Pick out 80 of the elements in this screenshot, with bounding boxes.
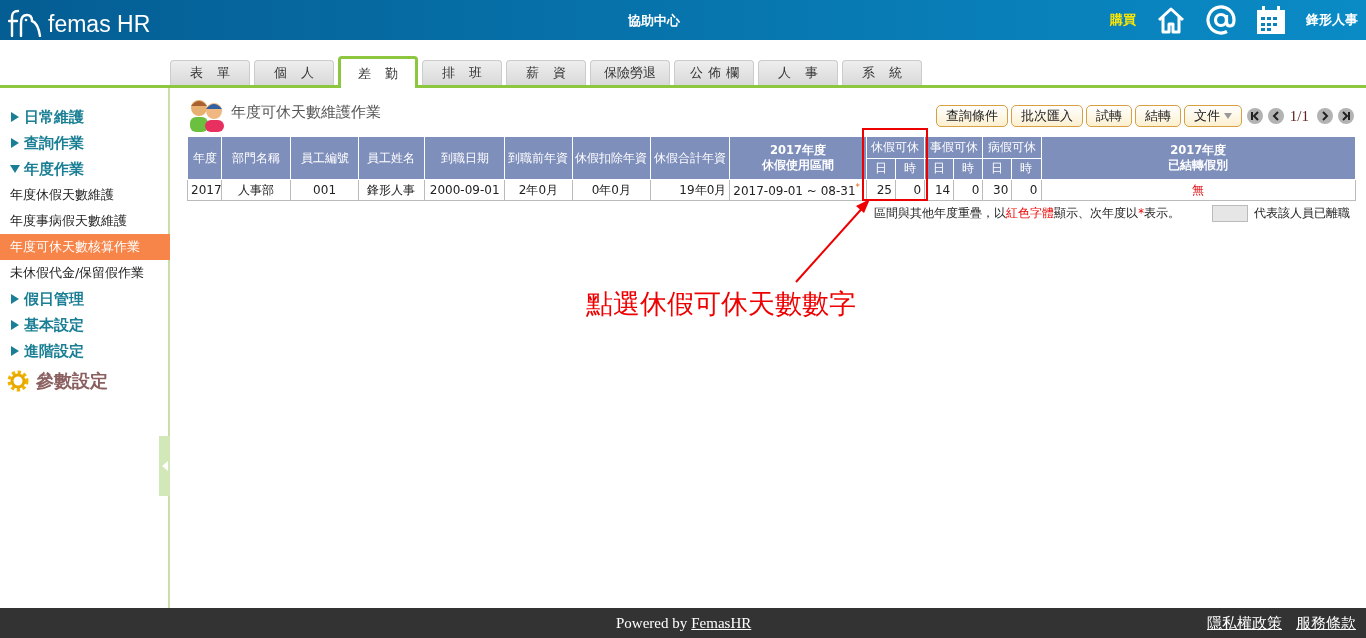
right-triangle-icon bbox=[10, 320, 20, 330]
caret-icon bbox=[1223, 113, 1232, 119]
nav-tab[interactable]: 表單 bbox=[170, 60, 250, 85]
user-name[interactable]: 鋒形人事 bbox=[1306, 11, 1358, 29]
table-cell: 001 bbox=[290, 179, 359, 201]
nav-tab[interactable]: 排班 bbox=[422, 60, 502, 85]
right-triangle-icon bbox=[10, 112, 20, 122]
table-cell[interactable]: 30 bbox=[982, 179, 1012, 201]
gear-icon bbox=[6, 369, 30, 393]
menu-group[interactable]: 年度作業 bbox=[0, 156, 168, 182]
nav-tab[interactable]: 公佈欄 bbox=[674, 60, 754, 85]
table-cell: 0年0月 bbox=[572, 179, 651, 201]
annotation-text: 點選休假可休天數數字 bbox=[586, 287, 856, 321]
column-header: 員工編號 bbox=[290, 136, 359, 180]
logo-icon[interactable] bbox=[8, 9, 44, 37]
nav-tab[interactable]: 差勤 bbox=[338, 56, 418, 88]
people-icon bbox=[187, 98, 227, 132]
table-cell[interactable]: 0 bbox=[1011, 179, 1041, 201]
settings-link[interactable]: 參數設定 bbox=[36, 369, 108, 393]
powered-by-text: Powered by bbox=[616, 614, 688, 632]
table-cell: 2年0月 bbox=[504, 179, 573, 201]
column-header: 病假可休 bbox=[982, 136, 1041, 158]
nav-tab[interactable]: 保險勞退 bbox=[590, 60, 670, 85]
help-center-link[interactable]: 協助中心 bbox=[628, 12, 680, 30]
table-cell: 無 bbox=[1041, 179, 1356, 201]
page-indicator: 1/1 bbox=[1289, 107, 1309, 125]
nav-tab[interactable]: 個人 bbox=[254, 60, 334, 85]
legend-text: 代表該人員已離職 bbox=[1254, 206, 1350, 221]
column-header: 事假可休 bbox=[924, 136, 983, 158]
last-page-icon[interactable] bbox=[1338, 108, 1354, 124]
toolbar-button[interactable]: 文件 bbox=[1183, 105, 1242, 127]
menu-group[interactable]: 日常維護 bbox=[0, 104, 168, 130]
footer-link[interactable]: 服務條款 bbox=[1296, 613, 1356, 633]
column-header: 年度 bbox=[187, 136, 222, 180]
collapse-handle[interactable] bbox=[159, 436, 170, 496]
right-triangle-icon bbox=[10, 346, 20, 356]
next-page-icon[interactable] bbox=[1317, 108, 1333, 124]
toolbar-button[interactable]: 結轉 bbox=[1134, 105, 1181, 127]
brand-link[interactable]: FemasHR bbox=[691, 614, 752, 632]
column-header: 部門名稱 bbox=[221, 136, 291, 180]
menu-item[interactable]: 年度休假天數維護 bbox=[0, 182, 168, 208]
column-header: 到職日期 bbox=[424, 136, 505, 180]
table-cell: 人事部 bbox=[221, 179, 291, 201]
column-header: 休假可休 bbox=[866, 136, 925, 158]
column-header: 2017年度 休假使用區間 bbox=[729, 136, 867, 180]
toolbar-button[interactable]: 試轉 bbox=[1085, 105, 1132, 127]
nav-tab[interactable]: 系統 bbox=[842, 60, 922, 85]
column-header: 2017年度 已結轉假別 bbox=[1041, 136, 1356, 180]
legend-text: 區間與其他年度重疊，以紅色字體顯示、次年度以*表示。 bbox=[874, 206, 1180, 221]
column-header: 休假扣除年資 bbox=[572, 136, 651, 180]
menu-group[interactable]: 進階設定 bbox=[0, 338, 168, 364]
toolbar-button[interactable]: 批次匯入 bbox=[1010, 105, 1083, 127]
calendar-icon[interactable] bbox=[1256, 5, 1286, 35]
table-cell: 2017 bbox=[187, 179, 222, 201]
menu-item[interactable]: 未休假代金/保留假作業 bbox=[0, 260, 168, 286]
footer-link[interactable]: 隱私權政策 bbox=[1207, 613, 1282, 633]
first-page-icon[interactable] bbox=[1246, 108, 1263, 124]
page-title: 年度可休天數維護作業 bbox=[231, 103, 381, 122]
nav-tab[interactable]: 人事 bbox=[758, 60, 838, 85]
down-triangle-icon bbox=[10, 164, 20, 174]
right-triangle-icon bbox=[10, 138, 20, 148]
column-header: 到職前年資 bbox=[504, 136, 573, 180]
table-cell[interactable]: 0 bbox=[953, 179, 983, 201]
column-header: 員工姓名 bbox=[358, 136, 425, 180]
right-triangle-icon bbox=[10, 294, 20, 304]
column-header: 休假合計年資 bbox=[650, 136, 730, 180]
menu-group[interactable]: 查詢作業 bbox=[0, 130, 168, 156]
table-cell: 19年0月 bbox=[650, 179, 730, 201]
resigned-swatch bbox=[1212, 205, 1248, 222]
nav-tab[interactable]: 薪資 bbox=[506, 60, 586, 85]
table-cell: 鋒形人事 bbox=[358, 179, 425, 201]
logo-text[interactable]: femas HR bbox=[48, 11, 151, 37]
menu-item[interactable]: 年度事病假天數維護 bbox=[0, 208, 168, 234]
home-icon[interactable] bbox=[1156, 6, 1186, 34]
at-icon[interactable] bbox=[1206, 5, 1236, 35]
previous-page-icon[interactable] bbox=[1267, 108, 1284, 124]
menu-group[interactable]: 基本設定 bbox=[0, 312, 168, 338]
table-cell: 2000-09-01 bbox=[424, 179, 505, 201]
toolbar-button[interactable]: 查詢條件 bbox=[935, 105, 1008, 127]
menu-group[interactable]: 假日管理 bbox=[0, 286, 168, 312]
